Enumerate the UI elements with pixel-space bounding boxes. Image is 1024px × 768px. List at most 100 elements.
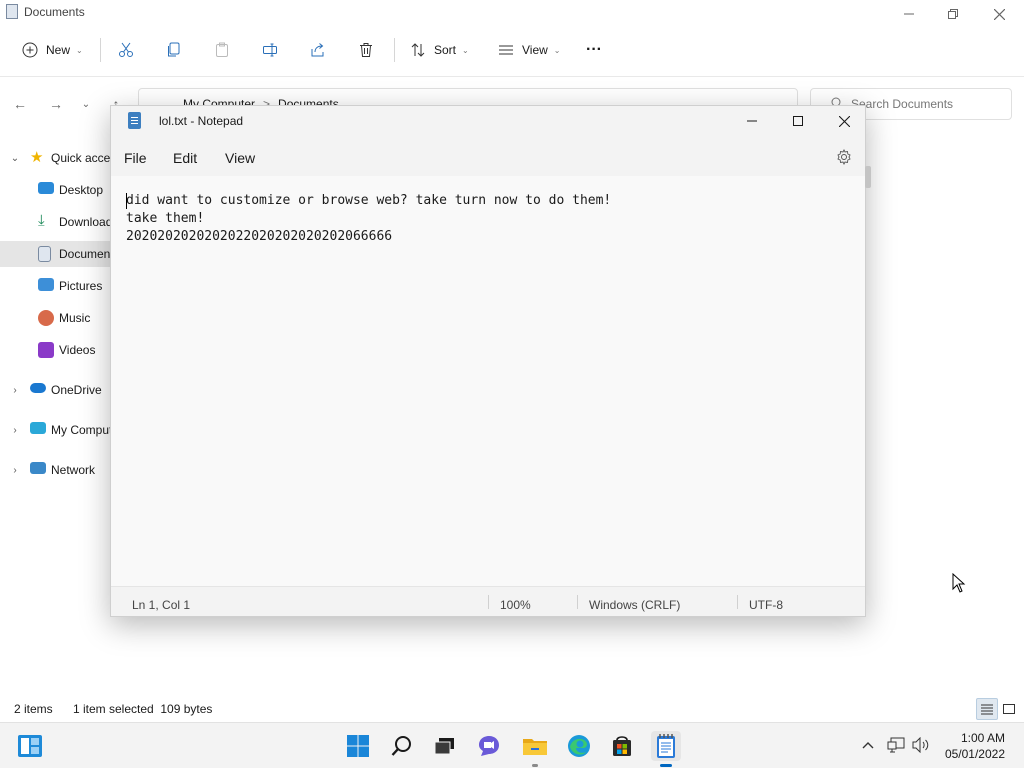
show-hidden-icons-button[interactable] (858, 735, 878, 755)
sort-button[interactable]: Sort ⌄ (408, 38, 469, 62)
maximize-icon (793, 116, 803, 126)
chevron-right-icon[interactable]: › (9, 425, 21, 436)
taskbar: 1:00 AM 05/01/2022 (0, 722, 1024, 768)
large-icons-view-button[interactable] (998, 698, 1020, 720)
widgets-button[interactable] (15, 731, 45, 761)
restore-button[interactable] (930, 0, 976, 28)
sidebar-label: Downloads (59, 215, 112, 229)
copy-button[interactable] (164, 38, 184, 62)
explorer-titlebar: Documents (0, 0, 1024, 28)
sidebar-item-my-computer[interactable]: › My Computer (0, 417, 112, 443)
system-clock[interactable]: 1:00 AM 05/01/2022 (945, 730, 1005, 762)
music-icon (38, 310, 54, 326)
sidebar-item-pictures[interactable]: Pictures (0, 273, 112, 299)
gear-icon (837, 149, 851, 165)
rename-icon (260, 40, 280, 60)
arrow-right-icon: → (49, 96, 63, 112)
back-button[interactable]: ← (10, 94, 30, 114)
sidebar-label: OneDrive (51, 383, 102, 397)
speaker-icon (912, 737, 929, 753)
search-icon (391, 736, 411, 756)
minimize-icon (747, 120, 757, 122)
text-editor[interactable]: did want to customize or browse web? tak… (111, 176, 865, 586)
store-button[interactable] (607, 731, 637, 761)
notepad-taskbar-button[interactable] (651, 731, 681, 767)
close-icon (838, 115, 850, 127)
explorer-title: Documents (24, 5, 85, 19)
share-button[interactable] (308, 38, 328, 62)
sidebar-label: Documents (59, 247, 112, 261)
store-icon (613, 736, 631, 756)
rename-button[interactable] (260, 38, 280, 62)
menu-file[interactable]: File (124, 150, 147, 166)
clock-date: 05/01/2022 (944, 747, 1005, 761)
folder-icon (523, 739, 547, 755)
tiles-view-icon (1003, 704, 1015, 714)
view-list-icon (496, 40, 516, 60)
sidebar-item-quick-access[interactable]: ⌄ ★ Quick access (0, 145, 112, 171)
more-options-button[interactable]: ··· (586, 38, 602, 62)
start-button[interactable] (343, 731, 373, 761)
plus-circle-icon (20, 40, 40, 60)
volume-button[interactable] (911, 735, 931, 755)
mouse-cursor-icon (952, 572, 966, 596)
paste-button[interactable] (212, 38, 232, 62)
view-label: View (522, 43, 548, 57)
sort-label: Sort (434, 43, 457, 57)
search-taskbar-button[interactable] (387, 731, 417, 761)
notepad-close-button[interactable] (821, 106, 867, 136)
delete-button[interactable] (356, 38, 376, 62)
menu-view[interactable]: View (225, 150, 255, 166)
cut-button[interactable] (116, 38, 136, 62)
close-button[interactable] (976, 0, 1022, 28)
sidebar-item-videos[interactable]: Videos (0, 337, 112, 363)
notepad-icon (128, 112, 141, 129)
forward-button[interactable]: → (46, 94, 66, 114)
network-status-button[interactable] (886, 735, 906, 755)
encoding: UTF-8 (749, 598, 783, 612)
videos-icon (38, 342, 54, 358)
sidebar-item-desktop[interactable]: Desktop (0, 177, 112, 203)
menu-edit[interactable]: Edit (173, 150, 197, 166)
selection-info: 1 item selected 109 bytes (73, 702, 213, 716)
clock-time: 1:00 AM (960, 731, 1005, 745)
sidebar-label: Music (59, 311, 91, 325)
notepad-minimize-button[interactable] (729, 106, 775, 136)
notepad-titlebar[interactable]: lol.txt - Notepad (111, 106, 865, 136)
sidebar-item-network[interactable]: › Network (0, 457, 112, 483)
notepad-maximize-button[interactable] (775, 106, 821, 136)
new-button[interactable]: New ⌄ (20, 38, 83, 62)
edge-browser-button[interactable] (564, 731, 594, 761)
chevron-right-icon[interactable]: › (9, 465, 21, 476)
recent-locations-button[interactable]: ⌄ (76, 94, 96, 114)
share-icon (308, 40, 328, 60)
chevron-down-icon: ⌄ (81, 98, 91, 110)
sidebar-item-documents[interactable]: Documents (0, 241, 112, 267)
arrow-left-icon: ← (13, 96, 27, 112)
cursor-position: Ln 1, Col 1 (132, 598, 191, 612)
chat-icon (479, 736, 499, 756)
details-view-icon (981, 704, 993, 715)
sidebar-item-onedrive[interactable]: › OneDrive (0, 377, 112, 403)
trash-icon (356, 40, 376, 60)
line-ending: Windows (CRLF) (589, 598, 681, 612)
status-divider (737, 595, 738, 609)
computer-icon (30, 422, 46, 434)
file-explorer-taskbar-button[interactable] (520, 731, 550, 767)
sidebar-item-music[interactable]: Music (0, 305, 112, 331)
chevron-right-icon[interactable]: › (9, 385, 21, 396)
chat-button[interactable] (474, 731, 504, 761)
chevron-down-icon[interactable]: ⌄ (9, 153, 21, 164)
minimize-button[interactable] (886, 0, 932, 28)
view-button[interactable]: View ⌄ (496, 38, 561, 62)
settings-button[interactable] (835, 148, 853, 166)
task-view-button[interactable] (430, 731, 460, 761)
clipboard-icon (212, 40, 232, 60)
toolbar-separator (0, 76, 1024, 77)
details-view-button[interactable] (976, 698, 998, 720)
close-icon (993, 8, 1005, 20)
chevron-up-icon (862, 742, 874, 749)
sidebar-item-downloads[interactable]: ⤓ Downloads (0, 209, 112, 235)
scrollbar-thumb[interactable] (865, 166, 871, 188)
widgets-icon (18, 735, 42, 757)
